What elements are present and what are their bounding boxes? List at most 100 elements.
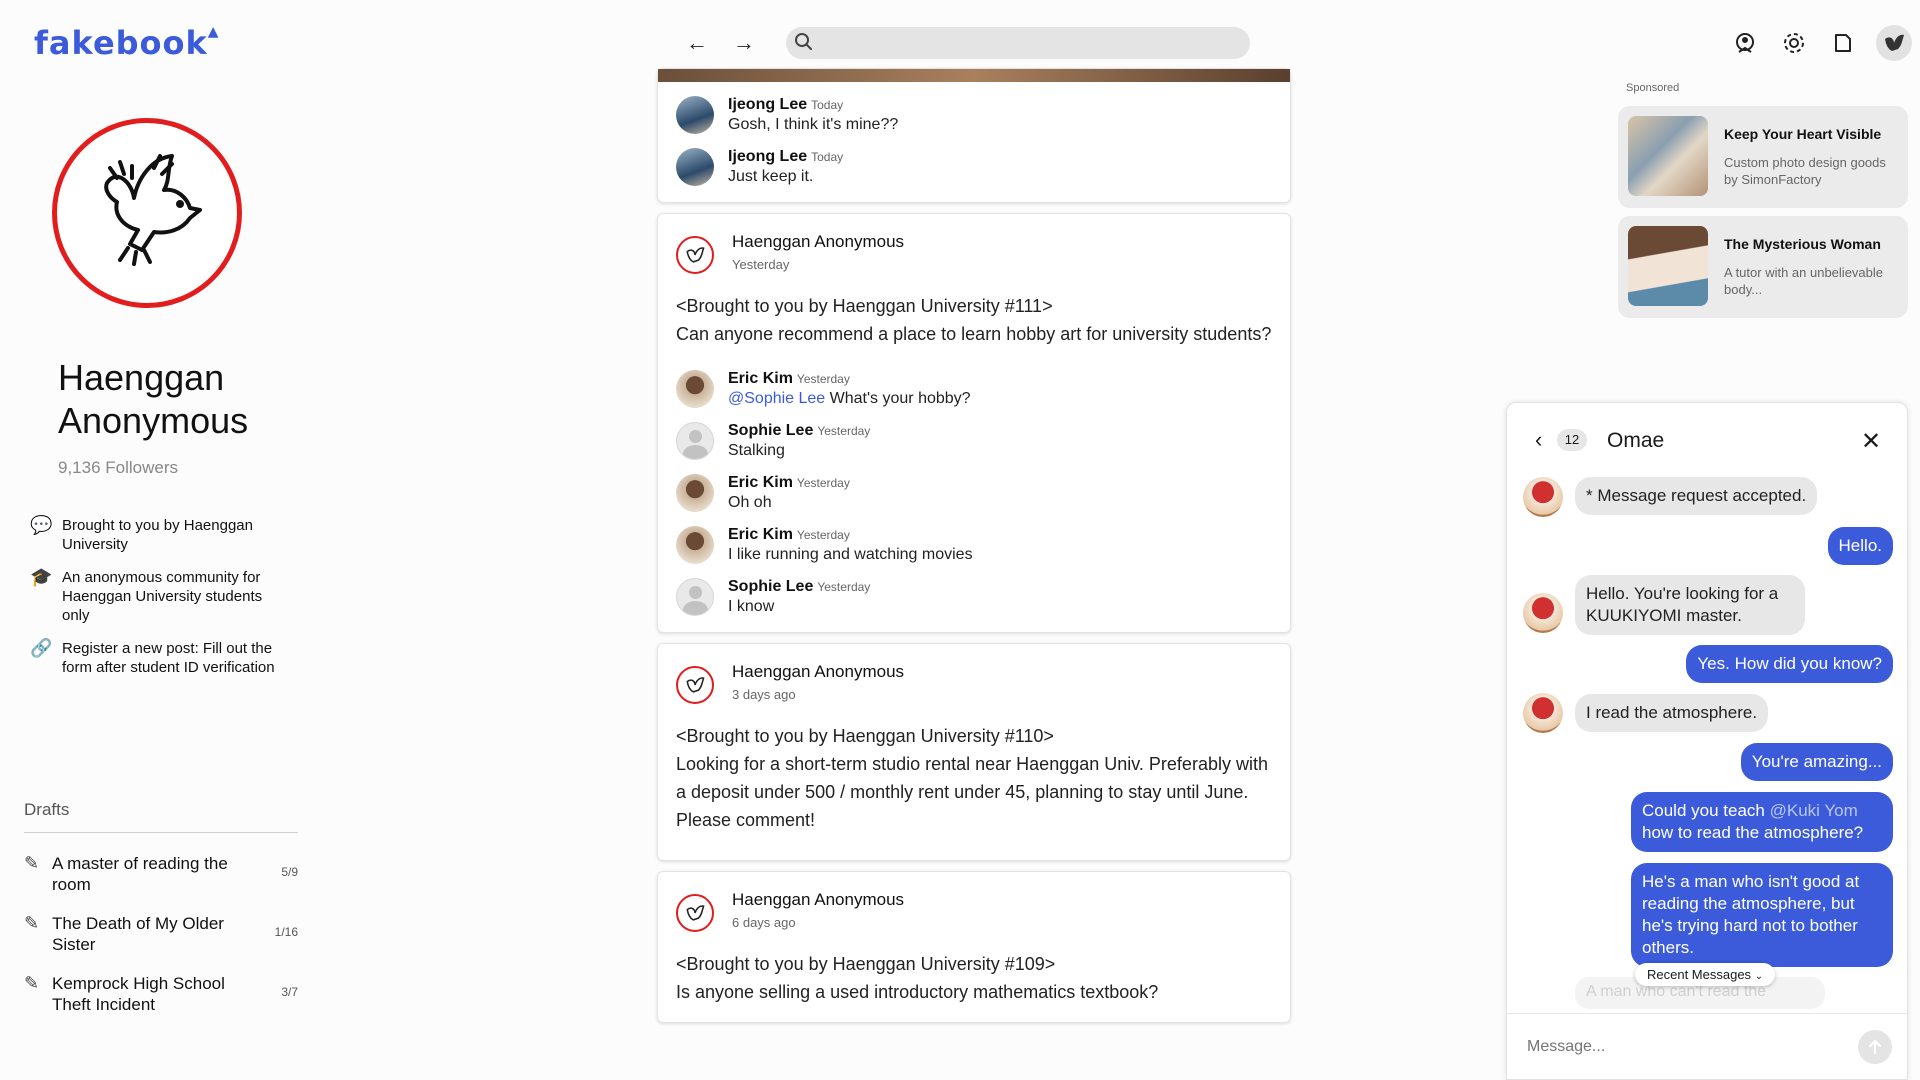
- document-icon[interactable]: [1828, 28, 1858, 58]
- comment-author[interactable]: Eric Kim: [728, 370, 793, 387]
- post-body: <Brought to you by Haenggan University #…: [676, 954, 1159, 1002]
- close-icon[interactable]: ✕: [1861, 427, 1881, 456]
- post-body: <Brought to you by Haenggan University #…: [676, 296, 1272, 344]
- message-bubble-outgoing: You're amazing...: [1740, 743, 1893, 781]
- message-bubble-outgoing: He's a man who isn't good at reading the…: [1631, 863, 1893, 967]
- followers-count[interactable]: 9,136 Followers: [58, 458, 178, 478]
- forward-arrow-icon[interactable]: →: [733, 30, 755, 56]
- comment-author[interactable]: Sophie Lee: [728, 578, 813, 595]
- comment-text: Stalking: [728, 442, 785, 459]
- app-root: fakebook▲ Haenggan Anonymous 9,136 Follo…: [0, 0, 1920, 1080]
- profile-picture: [52, 118, 242, 308]
- eagle-avatar-icon[interactable]: [676, 236, 714, 274]
- eagle-avatar-icon[interactable]: [676, 894, 714, 932]
- about-text: Register a new post: Fill out the form a…: [62, 640, 275, 676]
- comment-time: Yesterday: [817, 424, 871, 438]
- chevron-down-icon: ⌄: [1754, 971, 1764, 982]
- message-bubble-incoming: Hello. You're looking for a KUUKIYOMI ma…: [1575, 575, 1805, 635]
- pencil-icon: ✎: [24, 913, 40, 933]
- message-bubble-outgoing: Could you teach @Kuki Yom how to read th…: [1631, 792, 1893, 852]
- ad-description: Custom photo design goods by SimonFactor…: [1724, 155, 1886, 187]
- draft-item[interactable]: ✎ The Death of My Older Sister 1/16: [24, 893, 298, 954]
- about-item: 🎓 An anonymous community for Haenggan Un…: [30, 568, 290, 625]
- avatar[interactable]: [1523, 477, 1563, 517]
- ad-card[interactable]: Keep Your Heart Visible Custom photo des…: [1618, 106, 1908, 208]
- send-button[interactable]: [1858, 1030, 1892, 1064]
- comment-time: Yesterday: [796, 476, 850, 490]
- recent-messages-label: Recent Messages: [1647, 967, 1752, 982]
- eagle-emblem-icon: [104, 154, 202, 266]
- avatar[interactable]: [676, 370, 714, 408]
- drafts-title: Drafts: [24, 800, 298, 833]
- mention-link[interactable]: @Kuki Yom: [1770, 801, 1858, 820]
- ad-image: [1628, 116, 1708, 196]
- comment: Ijeong Lee Today Just keep it.: [676, 134, 1272, 186]
- fakebook-logo[interactable]: fakebook▲: [34, 24, 220, 62]
- profile-name: Haenggan Anonymous: [58, 357, 249, 441]
- post-time: 6 days ago: [732, 915, 796, 930]
- comment-author[interactable]: Eric Kim: [728, 526, 793, 543]
- draft-item[interactable]: ✎ Kemprock High School Theft Incident 3/…: [24, 953, 298, 1014]
- avatar[interactable]: [676, 578, 714, 616]
- avatar[interactable]: [676, 148, 714, 186]
- back-arrow-icon[interactable]: ←: [686, 30, 708, 56]
- post-body: <Brought to you by Haenggan University #…: [676, 726, 1268, 830]
- comment: Eric Kim Yesterday @Sophie Lee What's you…: [676, 356, 1272, 408]
- post-image: [658, 69, 1290, 82]
- badge-icon[interactable]: [1730, 28, 1760, 58]
- search-icon: [795, 33, 812, 50]
- recent-messages-button[interactable]: Recent Messages ⌄: [1635, 963, 1776, 986]
- post-author[interactable]: Haenggan Anonymous: [732, 232, 904, 252]
- message-bubble-outgoing: Hello.: [1827, 527, 1893, 565]
- comment-author[interactable]: Ijeong Lee: [728, 96, 807, 113]
- graduation-cap-icon: 🎓: [30, 567, 53, 587]
- comment-author[interactable]: Ijeong Lee: [728, 148, 807, 165]
- about-text: An anonymous community for Haenggan Univ…: [62, 569, 263, 624]
- message-bubble-incoming: I read the atmosphere.: [1575, 694, 1769, 732]
- avatar[interactable]: [676, 96, 714, 134]
- comment-author[interactable]: Sophie Lee: [728, 422, 813, 439]
- post-author[interactable]: Haenggan Anonymous: [732, 662, 904, 682]
- draft-count: 5/9: [281, 865, 298, 879]
- search-input[interactable]: [786, 27, 1250, 59]
- logo-text: fakebook: [34, 24, 208, 62]
- chat-composer: [1507, 1013, 1907, 1079]
- bell-icon: ▲: [207, 24, 220, 40]
- draft-item[interactable]: ✎ A master of reading the room 5/9: [24, 833, 298, 894]
- avatar[interactable]: [676, 526, 714, 564]
- post-author[interactable]: Haenggan Anonymous: [732, 890, 904, 910]
- comment-text: Just keep it.: [728, 168, 814, 185]
- mention-link[interactable]: @Sophie Lee: [728, 390, 825, 407]
- feed: Ijeong Lee Today Gosh, I think it's mine?…: [657, 68, 1291, 1033]
- gear-icon[interactable]: [1779, 28, 1809, 58]
- comment-text: Oh oh: [728, 494, 772, 511]
- ad-image: [1628, 226, 1708, 306]
- eagle-avatar-icon[interactable]: [676, 666, 714, 704]
- message-input[interactable]: [1527, 1034, 1827, 1060]
- ad-card[interactable]: The Mysterious Woman A tutor with an unb…: [1618, 216, 1908, 318]
- avatar[interactable]: [676, 474, 714, 512]
- eagle-avatar-icon: [1885, 34, 1904, 51]
- comment: Eric Kim Yesterday Oh oh: [676, 460, 1272, 512]
- chevron-left-icon[interactable]: ‹: [1535, 427, 1542, 453]
- pencil-icon: ✎: [24, 973, 40, 993]
- message-bubble-outgoing: Yes. How did you know?: [1686, 645, 1893, 683]
- message-text: Could you teach: [1642, 801, 1770, 820]
- comment-text: I know: [728, 598, 775, 615]
- ad-description: A tutor with an unbelievable body...: [1724, 265, 1883, 297]
- sponsored-label: Sponsored: [1626, 82, 1680, 94]
- about-section: 💬 Brought to you by Haenggan University …: [30, 516, 290, 691]
- ad-title: Keep Your Heart Visible: [1724, 126, 1882, 142]
- about-text: Brought to you by Haenggan University: [62, 517, 253, 553]
- pencil-icon: ✎: [24, 853, 40, 873]
- avatar[interactable]: [1523, 593, 1563, 633]
- about-item: 💬 Brought to you by Haenggan University: [30, 516, 290, 554]
- user-avatar[interactable]: [1876, 25, 1912, 61]
- comment-author[interactable]: Eric Kim: [728, 474, 793, 491]
- about-item: 🔗 Register a new post: Fill out the form…: [30, 639, 290, 677]
- comment: Eric Kim Yesterday I like running and wat…: [676, 512, 1272, 564]
- chat-title: Omae: [1607, 429, 1665, 452]
- avatar[interactable]: [1523, 693, 1563, 733]
- avatar[interactable]: [676, 422, 714, 460]
- unread-count-badge: 12: [1557, 429, 1587, 451]
